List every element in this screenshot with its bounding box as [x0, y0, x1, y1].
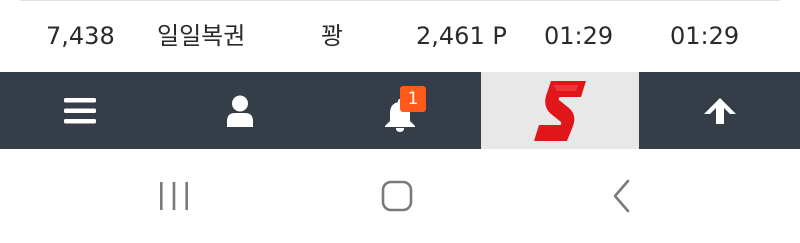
profile-button[interactable] — [160, 72, 320, 149]
hamburger-menu-icon — [64, 97, 96, 123]
table-row: 7,438 일일복권 꽝 2,461 P 01:29 01:29 — [0, 0, 800, 72]
entry-name: 일일복권 — [157, 22, 246, 50]
back-icon — [613, 179, 630, 213]
entry-result: 꽝 — [321, 22, 344, 50]
home-button[interactable] — [347, 149, 447, 243]
notifications-button[interactable]: 1 — [320, 72, 480, 149]
system-navigation-bar — [0, 149, 800, 243]
logo-button[interactable] — [481, 72, 639, 149]
bottom-nav-bar: 1 — [0, 72, 800, 149]
back-button[interactable] — [572, 149, 672, 243]
home-icon — [381, 180, 413, 212]
menu-button[interactable] — [0, 72, 160, 149]
red-s-logo — [534, 80, 586, 141]
scroll-top-button[interactable] — [640, 72, 800, 149]
notification-badge: 1 — [400, 86, 426, 112]
recent-apps-icon — [160, 182, 188, 210]
entry-time-end: 01:29 — [670, 22, 740, 50]
entry-time-start: 01:29 — [544, 22, 614, 50]
recent-apps-button[interactable] — [124, 149, 224, 243]
arrow-up-icon — [704, 97, 736, 124]
entry-points: 2,461 P — [416, 22, 507, 50]
user-icon — [227, 95, 253, 127]
entry-number: 7,438 — [46, 22, 115, 50]
